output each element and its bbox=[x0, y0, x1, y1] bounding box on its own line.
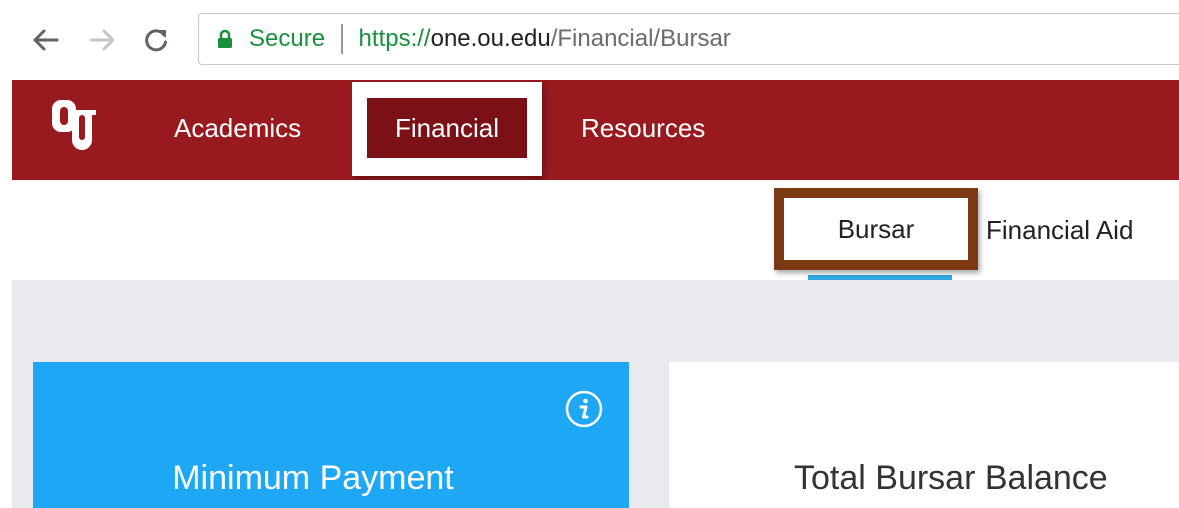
back-arrow-icon[interactable] bbox=[28, 22, 64, 58]
page: Secure https://one.ou.edu/Financial/Burs… bbox=[0, 0, 1179, 508]
total-balance-card: Total Bursar Balance bbox=[669, 362, 1179, 508]
address-bar[interactable]: Secure https://one.ou.edu/Financial/Burs… bbox=[198, 13, 1179, 65]
nav-financial[interactable]: Financial bbox=[367, 98, 527, 158]
nav-academics[interactable]: Academics bbox=[174, 108, 301, 148]
minimum-payment-card: Minimum Payment bbox=[33, 362, 629, 508]
financial-highlight-frame: Financial bbox=[352, 82, 542, 176]
sub-nav: Bursar Financial Aid bbox=[12, 180, 1179, 280]
secure-label: Secure bbox=[249, 25, 326, 52]
minimum-payment-title: Minimum Payment bbox=[172, 459, 454, 497]
tab-bursar[interactable]: Bursar bbox=[774, 188, 978, 270]
forward-arrow-icon[interactable] bbox=[84, 22, 120, 58]
main-nav: Academics Financial Resources bbox=[12, 80, 1179, 180]
url-path: /Financial/Bursar bbox=[550, 25, 731, 52]
url-scheme: https:// bbox=[358, 25, 431, 52]
content-area: Minimum Payment Total Bursar Balance bbox=[12, 280, 1179, 508]
address-divider bbox=[341, 24, 343, 54]
tab-financial-aid[interactable]: Financial Aid bbox=[986, 210, 1133, 250]
nav-resources[interactable]: Resources bbox=[581, 108, 705, 148]
ou-logo[interactable] bbox=[50, 96, 98, 156]
url-text: https://one.ou.edu/Financial/Bursar bbox=[359, 25, 731, 53]
reload-icon[interactable] bbox=[138, 22, 174, 58]
info-icon[interactable] bbox=[563, 388, 605, 430]
browser-toolbar: Secure https://one.ou.edu/Financial/Burs… bbox=[0, 0, 1179, 80]
lock-icon bbox=[217, 29, 233, 49]
url-host: one.ou.edu bbox=[430, 25, 551, 52]
total-balance-title: Total Bursar Balance bbox=[794, 459, 1108, 497]
